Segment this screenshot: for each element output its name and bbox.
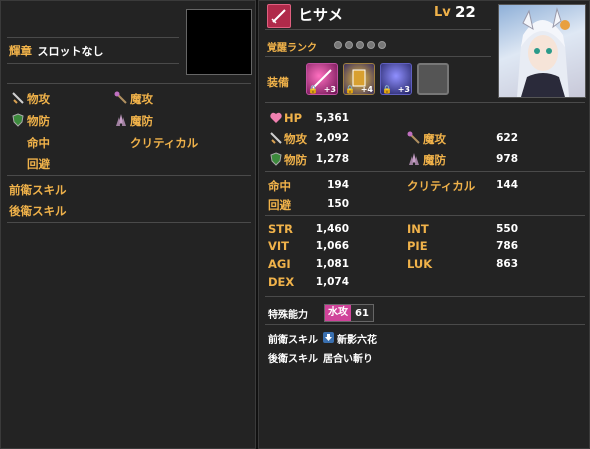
lock-icon: 🔒 [345,85,355,94]
cloak-icon [407,152,421,166]
divider [265,324,585,325]
hp-value: 5,361 [315,112,349,124]
shield-icon [269,152,283,166]
emblem-label: 輝章 [9,44,32,58]
phys-atk-label: 物攻 [27,92,50,106]
shield-icon [11,113,25,127]
mag-def-label: 魔防 [423,153,446,167]
front-skill-label: 前衛スキル [268,335,318,346]
down-arrow-icon [323,332,334,343]
special-value: 61 [355,307,369,319]
str-value: 1,460 [315,223,349,235]
pie-label: PIE [407,239,428,253]
crit-label: クリティカル [407,179,476,193]
special-tag: 水攻 [325,305,351,321]
equip-plus: +4 [360,85,373,94]
awaken-pip [345,41,353,49]
lock-icon: 🔒 [308,85,318,94]
back-skill-name[interactable]: 居合い斬り [323,350,373,365]
wand-icon [407,131,421,145]
awaken-rank-label: 覚醒ランク [267,43,317,54]
phys-def-value: 1,278 [315,153,349,165]
divider [7,175,251,176]
phys-atk-value: 2,092 [315,132,349,144]
front-skill-label: 前衛スキル [9,183,67,197]
luk-value: 863 [496,258,518,270]
awaken-pip [378,41,386,49]
phys-def-label: 物防 [284,153,307,167]
level-label: Lv [434,5,451,20]
int-label: INT [407,222,429,236]
front-skill-name[interactable]: 新影六花 [337,331,377,346]
divider [265,29,491,30]
special-label: 特殊能力 [268,310,308,321]
phys-def-label: 物防 [27,114,50,128]
int-value: 550 [496,223,518,235]
pie-value: 786 [496,240,518,252]
equip-slot-4-empty[interactable] [417,63,449,95]
equip-slot-1[interactable]: 🔒 +3 [306,63,338,95]
equip-plus: +3 [397,85,410,94]
divider [7,222,251,223]
vit-label: VIT [268,239,290,253]
divider [265,56,491,57]
evasion-label: 回避 [27,157,50,171]
right-panel: ヒサメ Lv 22 覚醒ランク 装備 🔒 +3 🔒 +4 🔒 +3 HP 5,3… [258,0,590,449]
wand-icon [114,91,128,105]
sword-icon [11,91,25,105]
awaken-pips [334,39,389,52]
equip-plus: +3 [323,85,336,94]
special-badge: 水攻 61 [324,304,374,322]
divider [265,296,585,297]
emblem-value: スロットなし [37,45,104,58]
hp-label: HP [284,111,303,125]
vit-value: 1,066 [315,240,349,252]
mag-atk-value: 622 [496,132,518,144]
mag-def-label: 魔防 [130,114,153,128]
mag-def-value: 978 [496,153,518,165]
equip-slot-2[interactable]: 🔒 +4 [343,63,375,95]
character-portrait[interactable] [498,4,586,98]
back-skill-label: 後衛スキル [268,354,318,365]
left-panel: 輝章 スロットなし 物攻 魔攻 物防 魔防 命中 クリティカル 回避 前衛スキル… [0,0,256,449]
str-label: STR [268,222,293,236]
hit-value: 194 [327,179,349,191]
crit-value: 144 [496,179,518,191]
crit-label: クリティカル [130,136,199,150]
divider [265,215,585,216]
equip-label: 装備 [267,76,289,89]
back-skill-label: 後衛スキル [9,204,67,218]
lock-icon: 🔒 [382,85,392,94]
character-name: ヒサメ [298,6,344,24]
awaken-pip [356,41,364,49]
evasion-value: 150 [327,198,349,210]
evasion-label: 回避 [268,198,291,212]
hit-label: 命中 [268,179,291,193]
mag-atk-label: 魔攻 [423,132,446,146]
agi-value: 1,081 [315,258,349,270]
awaken-pip [367,41,375,49]
emblem-slot[interactable] [186,9,252,75]
mag-atk-label: 魔攻 [130,92,153,106]
dex-value: 1,074 [315,276,349,288]
divider [7,37,179,38]
divider [265,171,585,172]
dex-label: DEX [268,275,295,289]
sword-icon [269,131,283,145]
equip-slot-3[interactable]: 🔒 +3 [380,63,412,95]
luk-label: LUK [407,257,433,271]
divider [265,102,585,103]
sword-class-icon [267,4,291,28]
phys-atk-label: 物攻 [284,132,307,146]
divider [7,63,179,64]
awaken-pip [334,41,342,49]
emblem-row: 輝章 スロットなし [9,43,104,59]
cloak-icon [114,113,128,127]
hit-label: 命中 [27,136,50,150]
divider [7,83,251,84]
agi-label: AGI [268,257,291,271]
heart-icon [269,111,283,125]
level-value: 22 [455,3,476,21]
